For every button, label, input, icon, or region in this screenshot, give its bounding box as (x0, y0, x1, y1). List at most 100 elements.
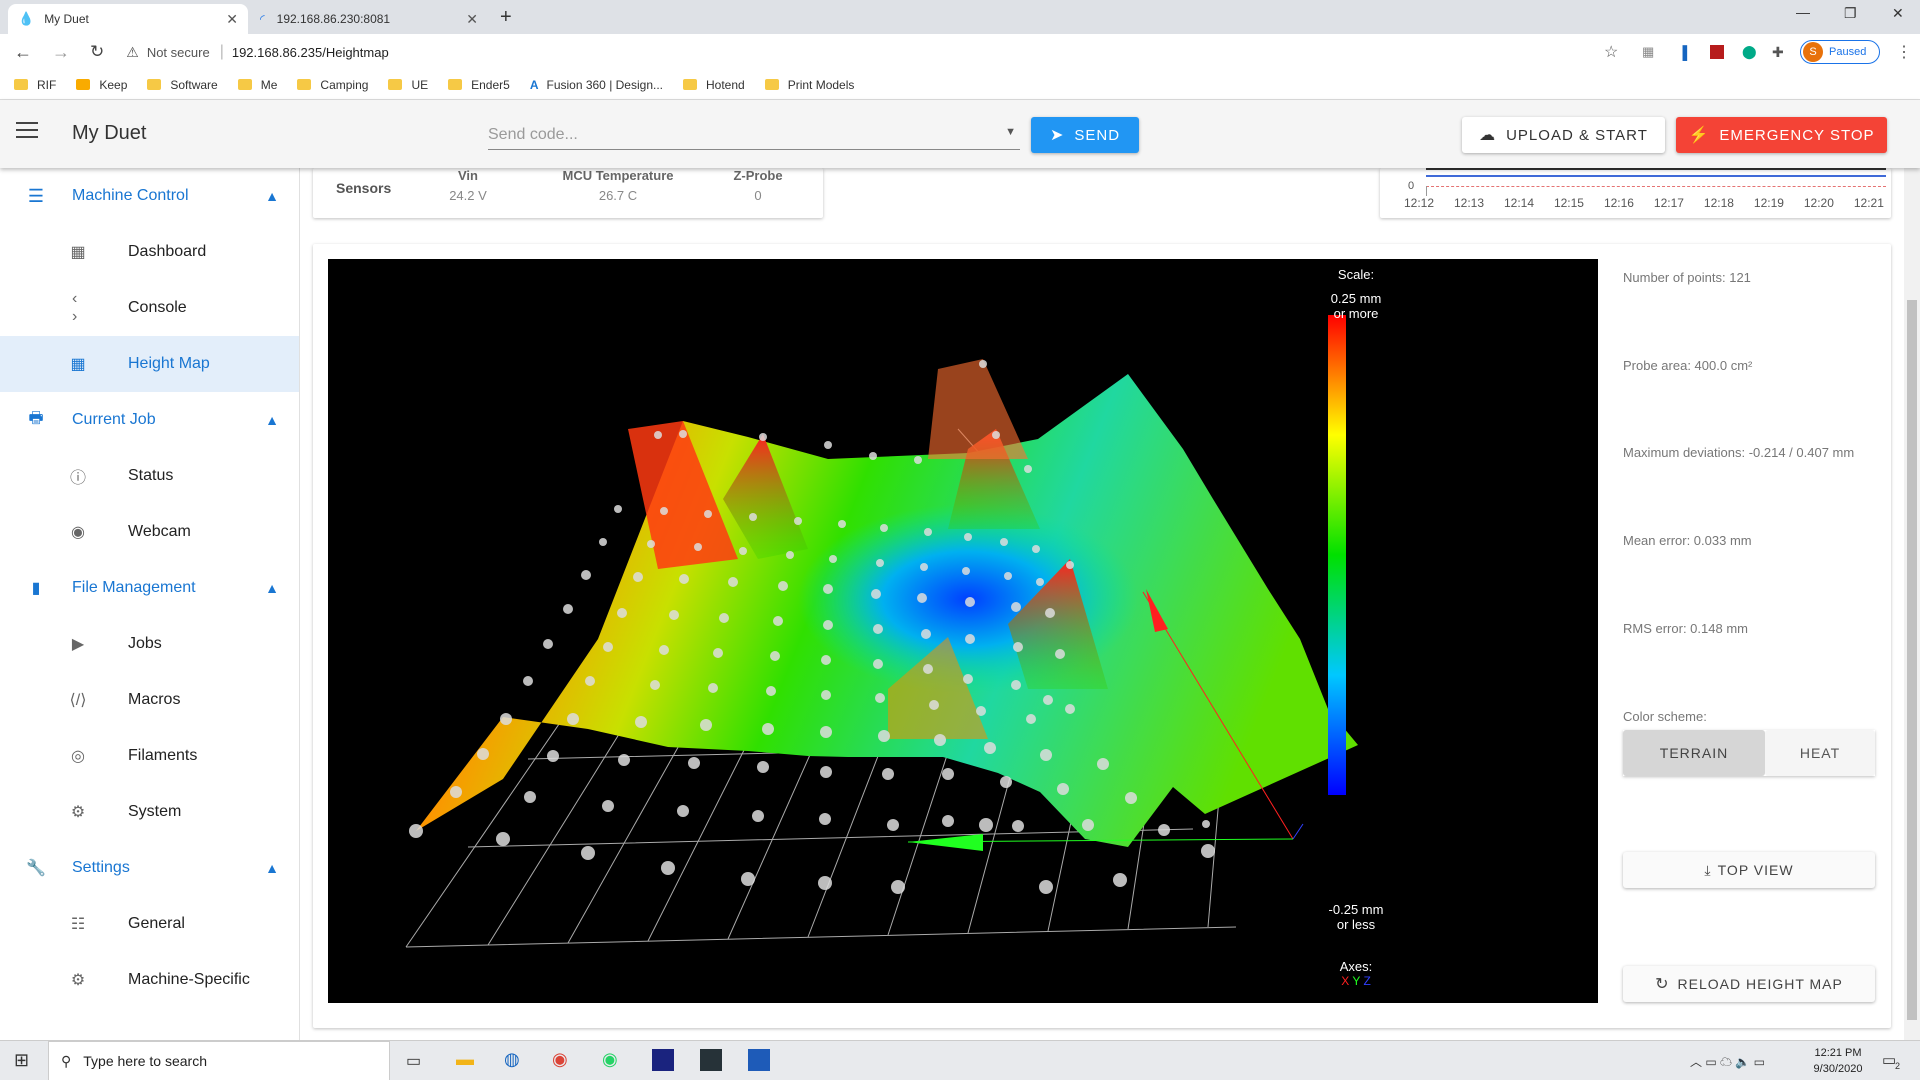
close-window-icon[interactable]: ✕ (1892, 5, 1904, 22)
nav-item-webcam[interactable]: ◉ Webcam (0, 504, 299, 560)
warning-icon: ⚠ (126, 43, 139, 60)
profile-button[interactable]: S Paused (1800, 40, 1880, 64)
minimize-icon[interactable]: — (1796, 4, 1810, 20)
scrollbar-thumb[interactable] (1907, 300, 1917, 1020)
nav-item-console[interactable]: ‹ › Console (0, 280, 299, 336)
code-input[interactable]: Send code... ▼ (488, 116, 1020, 150)
restore-icon[interactable]: ❐ (1844, 5, 1857, 22)
nav-group-file-management[interactable]: ▮ File Management ▲ (0, 560, 299, 616)
sensor-label: MCU Temperature (562, 168, 674, 183)
nav-item-general[interactable]: ☷ General (0, 896, 299, 952)
profile-status: Paused (1829, 46, 1867, 58)
file-explorer-icon[interactable]: ▬ (456, 1049, 474, 1070)
axis-z-line (1292, 823, 1304, 840)
send-button[interactable]: ➤ SEND (1031, 117, 1139, 153)
taskbar-clock[interactable]: 12:21 PM 9/30/2020 (1808, 1045, 1868, 1077)
emergency-stop-button[interactable]: ⚡ EMERGENCY STOP (1676, 117, 1887, 153)
bookmark-folder[interactable]: Ender5 (448, 78, 510, 92)
puzzle-icon[interactable]: ✚ (1772, 44, 1784, 61)
color-scheme-label: Color scheme: (1623, 709, 1707, 724)
menu-kebab-icon[interactable]: ⋮ (1896, 42, 1912, 62)
bookmark-folder[interactable]: RIF (14, 78, 56, 92)
bookmark-folder[interactable]: Print Models (764, 77, 855, 92)
nav-group-label: Machine Control (72, 187, 189, 204)
nav-item-height-map[interactable]: ▦ Height Map (0, 336, 299, 392)
pdf-extension-icon[interactable] (1710, 45, 1724, 59)
filament-icon: ◎ (71, 748, 85, 765)
page-scrollbar[interactable] (1904, 100, 1920, 1040)
browser-tab[interactable]: ◜ 192.168.86.230:8081 ✕ (250, 4, 488, 34)
close-tab-icon[interactable]: ✕ (226, 11, 238, 28)
bookmark-folder[interactable]: Hotend (683, 78, 745, 92)
nav-group-settings[interactable]: 🔧 Settings ▲ (0, 840, 299, 896)
word-icon[interactable] (748, 1049, 770, 1071)
bookmark-label: Software (170, 77, 218, 92)
nav-item-label: Jobs (128, 635, 162, 652)
close-tab-icon[interactable]: ✕ (466, 11, 478, 28)
bookmark-label: UE (411, 77, 429, 92)
nav-group-current-job[interactable]: 🖶 Current Job ▲ (0, 392, 299, 448)
nav-item-macros[interactable]: ⟨/⟩ Macros (0, 672, 299, 728)
upload-start-button[interactable]: ☁ UPLOAD & START (1462, 117, 1665, 153)
reload-icon[interactable]: ↻ (90, 42, 104, 62)
nav-item-jobs[interactable]: ▶ Jobs (0, 616, 299, 672)
nav-item-label: Filaments (128, 747, 198, 764)
taskbar-search-box[interactable]: ⚲ Type here to search (48, 1041, 390, 1080)
extension-icon[interactable]: ▦ (1642, 44, 1654, 60)
reload-height-map-button[interactable]: ↻ RELOAD HEIGHT MAP (1623, 966, 1875, 1002)
bookmark-star-icon[interactable]: ☆ (1604, 42, 1618, 62)
new-tab-icon[interactable]: + (500, 6, 512, 29)
nav-item-label: Console (128, 299, 187, 316)
play-icon: ▶ (71, 636, 85, 653)
bookmark-label: Camping (320, 77, 369, 92)
extension-icon[interactable]: ⬤ (1742, 44, 1757, 60)
wrench-icon: 🔧 (26, 860, 46, 877)
url-field[interactable]: 192.168.86.235/Heightmap (232, 45, 389, 60)
axis-x-label: X (1341, 974, 1350, 988)
nav-item-machine-specific[interactable]: ⚙ Machine-Specific (0, 952, 299, 1008)
hamburger-menu-icon[interactable] (16, 122, 38, 138)
nav-item-label: Height Map (128, 355, 210, 372)
bookmark-folder[interactable]: Me (237, 78, 277, 92)
bookmark-folder[interactable]: Software (147, 77, 218, 92)
nav-item-dashboard[interactable]: ▦ Dashboard (0, 224, 299, 280)
app-icon[interactable]: ◍ (504, 1049, 520, 1070)
browser-tab-active[interactable]: 💧 My Duet ✕ (8, 4, 248, 34)
scale-bottom-value: -0.25 mm (1328, 902, 1384, 917)
dropdown-arrow-icon[interactable]: ▼ (1005, 126, 1016, 138)
back-icon[interactable]: ← (14, 42, 32, 63)
bookmark[interactable]: A Fusion 360 | Design... (530, 78, 663, 92)
whatsapp-icon[interactable]: ◉ (602, 1049, 618, 1070)
bookmark[interactable]: Keep (76, 78, 127, 92)
nav-group-machine-control[interactable]: ☰ Machine Control ▲ (0, 168, 299, 224)
extension-icon[interactable]: ▐ (1678, 45, 1687, 60)
bookmark-label: Print Models (787, 77, 855, 92)
top-view-button[interactable]: ⤓ TOP VIEW (1623, 852, 1875, 888)
chart-target-line (1426, 186, 1886, 187)
dashboard-icon: ▦ (70, 244, 86, 261)
app-icon[interactable] (652, 1049, 674, 1071)
nav-item-filaments[interactable]: ◎ Filaments (0, 728, 299, 784)
windows-start-icon[interactable]: ⊞ (14, 1050, 29, 1071)
bookmark-folder[interactable]: Camping (297, 78, 368, 92)
scheme-terrain-button[interactable]: TERRAIN (1623, 730, 1765, 776)
chart-y-tick: 0 (1408, 180, 1415, 192)
send-label: SEND (1074, 126, 1121, 144)
avatar: S (1803, 42, 1823, 62)
scheme-heat-button[interactable]: HEAT (1765, 730, 1875, 776)
bookmark-label: Keep (99, 77, 128, 92)
app-icon[interactable] (700, 1049, 722, 1071)
nav-item-system[interactable]: ⚙ System (0, 784, 299, 840)
bookmark-folder[interactable]: UE (388, 78, 428, 92)
sensor-value: 26.7 C (598, 188, 638, 203)
nav-item-label: General (128, 915, 185, 932)
system-tray-icons[interactable]: ︿ ▭ ☁ 🔈 ▭ (1690, 1053, 1765, 1070)
stat-rms-error: RMS error: 0.148 mm (1623, 621, 1748, 636)
tune-icon: ☷ (70, 916, 86, 933)
task-view-icon[interactable]: ▭ (406, 1051, 421, 1071)
notification-count: 2 (1895, 1061, 1901, 1071)
chrome-icon[interactable]: ◉ (552, 1049, 568, 1070)
height-map-canvas[interactable]: Scale: 0.25 mm or more -0.25 mm or less … (328, 259, 1598, 1003)
nav-item-status[interactable]: ⓘ Status (0, 448, 299, 504)
forward-icon[interactable]: → (52, 42, 70, 63)
